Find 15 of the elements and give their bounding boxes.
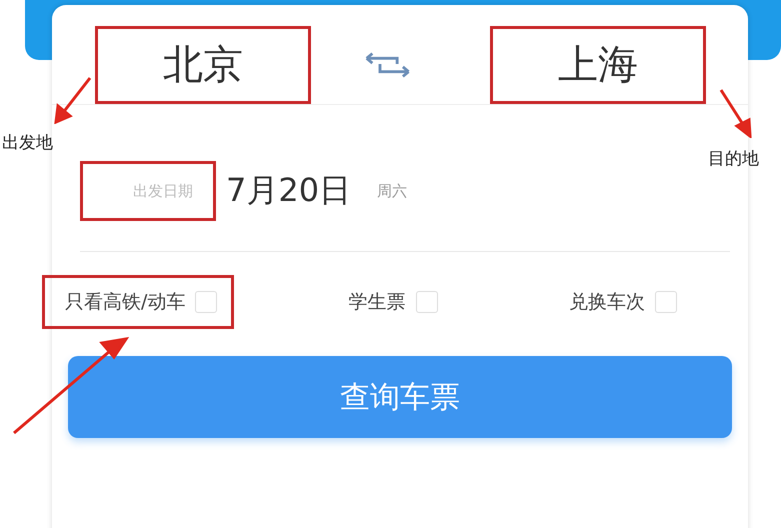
date-label: 出发日期: [80, 161, 216, 221]
weekday: 周六: [377, 182, 408, 200]
annotation-label: 出发地: [2, 132, 53, 154]
destination-city[interactable]: 上海: [490, 26, 706, 104]
checkbox[interactable]: [416, 291, 438, 313]
checkbox[interactable]: [655, 291, 677, 313]
departure-date[interactable]: 7月20日: [226, 169, 352, 213]
annotation-arrow: [52, 76, 94, 124]
option-checkbox[interactable]: 兑换车次: [546, 275, 694, 329]
annotation-label: 目的地: [708, 148, 759, 170]
option-checkbox[interactable]: 只看高铁/动车: [42, 275, 234, 329]
annotation-arrow: [718, 88, 754, 138]
checkbox[interactable]: [195, 291, 218, 313]
departure-city[interactable]: 北京: [95, 26, 311, 104]
option-checkbox[interactable]: 学生票: [326, 275, 455, 329]
